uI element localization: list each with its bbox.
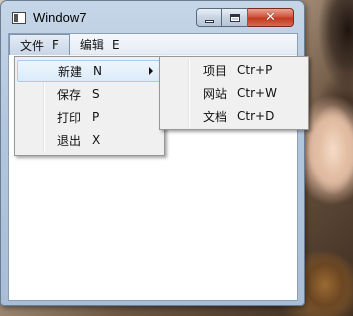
- menu-item-exit-label: 退出: [57, 133, 82, 148]
- menu-item-print-label: 打印: [57, 110, 82, 125]
- close-button[interactable]: ✕: [248, 8, 294, 27]
- submenu-item-project[interactable]: 项目 Ctr+P: [162, 59, 306, 81]
- menu-file-label: 文件: [20, 38, 45, 53]
- minimize-icon: [204, 19, 214, 23]
- submenu-item-project-shortcut: Ctr+P: [237, 63, 273, 77]
- submenu-item-website-shortcut: Ctr+W: [237, 86, 277, 100]
- menu-item-save-label: 保存: [57, 87, 82, 102]
- window-title: Window7: [33, 10, 87, 25]
- submenu-item-document[interactable]: 文档 Ctr+D: [162, 105, 306, 127]
- submenu-item-website-label: 网站: [203, 86, 228, 101]
- minimize-button[interactable]: [196, 8, 222, 27]
- menu-item-save-key: S: [92, 87, 100, 101]
- close-icon: ✕: [265, 10, 276, 25]
- menu-item-new-key: N: [93, 64, 102, 78]
- submenu-item-document-shortcut: Ctr+D: [237, 109, 275, 123]
- maximize-button[interactable]: [222, 8, 248, 27]
- menu-item-print-key: P: [92, 110, 100, 124]
- menu-item-new[interactable]: 新建 N: [17, 60, 162, 82]
- submenu-item-project-label: 项目: [203, 63, 228, 78]
- wallpaper-hair: [318, 0, 353, 90]
- menu-item-new-label: 新建: [58, 64, 83, 79]
- chevron-right-icon: [149, 67, 153, 75]
- menu-edit-key: E: [111, 37, 120, 52]
- menu-file-key: F: [52, 38, 59, 52]
- menu-bar: 文件 F 编辑 E: [9, 34, 297, 55]
- wallpaper-face: [305, 95, 353, 215]
- menu-item-exit-key: X: [92, 133, 101, 147]
- title-bar[interactable]: Window7 ✕: [1, 1, 304, 33]
- menu-file[interactable]: 文件 F: [9, 34, 70, 55]
- submenu-item-website[interactable]: 网站 Ctr+W: [162, 82, 306, 104]
- submenu-item-document-label: 文档: [203, 109, 228, 124]
- caption-buttons: ✕: [196, 8, 294, 27]
- menu-item-save[interactable]: 保存 S: [17, 83, 162, 105]
- window-app-icon[interactable]: [12, 12, 26, 24]
- menu-edit-label: 编辑: [79, 38, 104, 52]
- maximize-icon: [229, 13, 240, 22]
- file-dropdown-menu: 新建 N 保存 S 打印 P 退出 X: [14, 56, 165, 156]
- menu-item-print[interactable]: 打印 P: [17, 106, 162, 128]
- wallpaper-cloth: [300, 240, 353, 316]
- menu-edit[interactable]: 编辑 E: [70, 34, 130, 55]
- menu-item-exit[interactable]: 退出 X: [17, 129, 162, 151]
- new-submenu: 项目 Ctr+P 网站 Ctr+W 文档 Ctr+D: [159, 56, 309, 130]
